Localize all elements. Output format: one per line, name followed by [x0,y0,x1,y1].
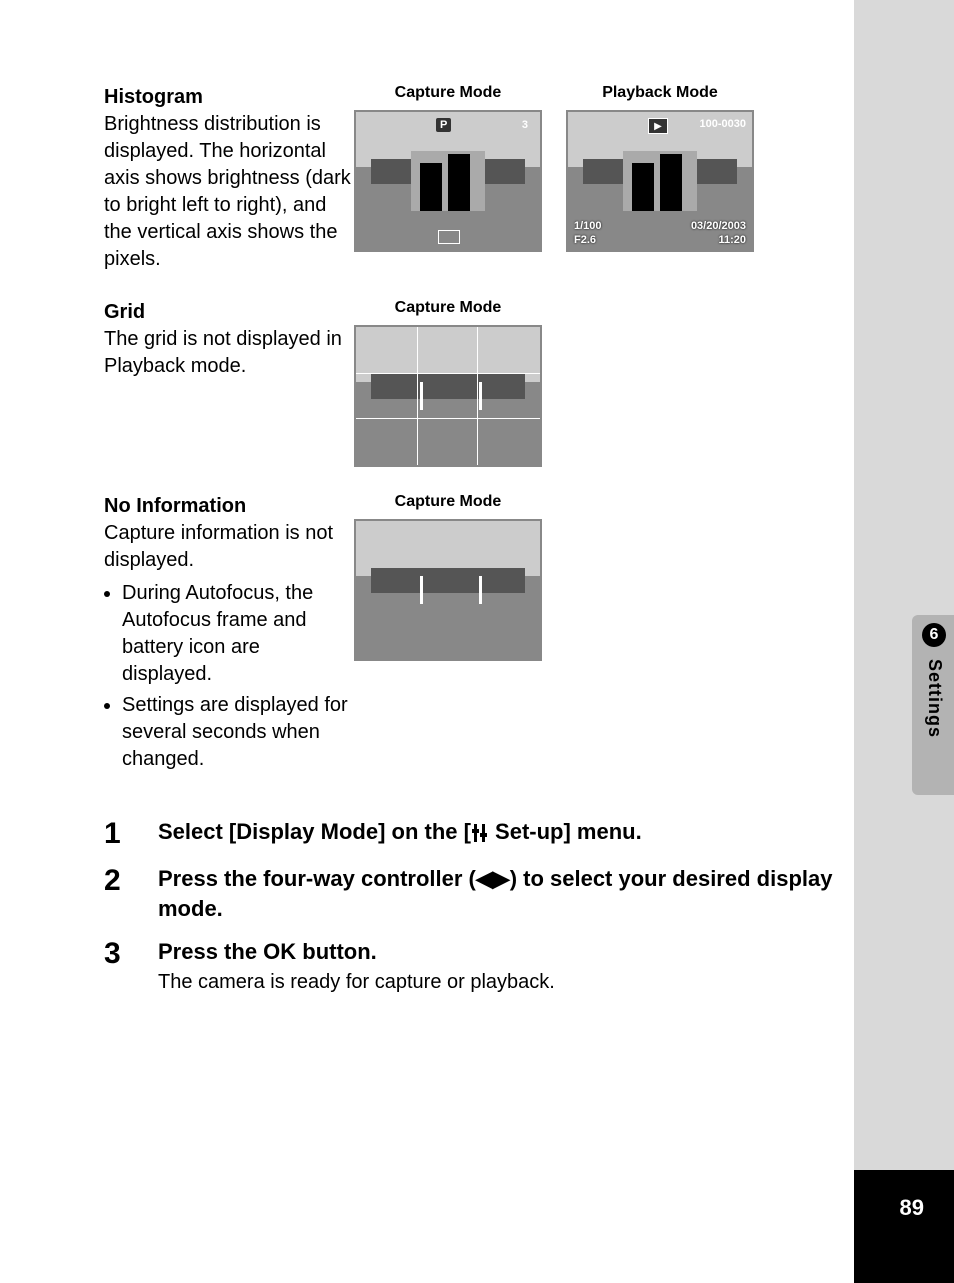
noinfo-bullet: During Autofocus, the Autofocus frame an… [122,580,354,688]
step-3-description: The camera is ready for capture or playb… [158,971,844,994]
histogram-body: Brightness distribution is displayed. Th… [104,111,354,273]
mode-badge-icon: P [436,118,451,132]
setup-menu-icon [471,823,489,843]
grid-capture-screen [354,325,542,467]
step-number: 1 [104,817,158,850]
step-2-title: Press the four-way controller (◀▶) to se… [158,864,844,923]
step-1-title: Select [Display Mode] on the [ Set-up] m… [158,817,844,847]
grid-line-icon [477,327,478,465]
shots-remaining: 3 [518,118,532,132]
battery-icon [438,230,460,244]
capture-date: 03/20/2003 [691,220,746,232]
grid-line-icon [417,327,418,465]
page-number: 89 [900,1195,924,1221]
section-no-information: No Information Capture information is no… [104,493,844,777]
section-histogram: Histogram Brightness distribution is dis… [104,84,844,273]
autofocus-frame-icon [420,576,481,604]
playback-mode-icon: ▶ [648,118,668,134]
page-footer-block [854,1170,954,1283]
grid-line-icon [356,373,540,374]
histogram-capture-screen: P 3 [354,110,542,252]
grid-line-icon [356,418,540,419]
histogram-overlay-icon [411,151,485,212]
noinfo-body: Capture information is not displayed. [104,520,354,574]
histogram-capture-label: Capture Mode [395,84,502,102]
noinfo-capture-screen [354,519,542,661]
grid-body: The grid is not displayed in Playback mo… [104,326,354,380]
chapter-tab: 6 Settings [912,615,954,795]
noinfo-heading: No Information [104,493,354,520]
histogram-overlay-icon [623,151,697,212]
chapter-label: Settings [924,659,945,738]
step-1: 1 Select [Display Mode] on the [ Set-up]… [104,817,844,850]
histogram-heading: Histogram [104,84,354,111]
step-number: 2 [104,864,158,923]
procedure-steps: 1 Select [Display Mode] on the [ Set-up]… [104,817,844,994]
histogram-playback-screen: ▶ 100-0030 1/100 F2.6 03/20/2003 11:20 [566,110,754,252]
folder-file-number: 100-0030 [700,118,747,130]
autofocus-frame-icon [420,382,481,410]
chapter-number-badge: 6 [922,623,946,647]
step-number: 3 [104,937,158,994]
noinfo-capture-label: Capture Mode [395,493,502,511]
aperture-value: F2.6 [574,234,596,246]
shutter-speed: 1/100 [574,220,602,232]
step-2: 2 Press the four-way controller (◀▶) to … [104,864,844,923]
step-3-title: Press the OK button. [158,937,844,967]
step-3: 3 Press the OK button. The camera is rea… [104,937,844,994]
grid-capture-label: Capture Mode [395,299,502,317]
capture-time: 11:20 [718,234,746,246]
histogram-playback-label: Playback Mode [602,84,718,102]
grid-heading: Grid [104,299,354,326]
noinfo-bullet: Settings are displayed for several secon… [122,692,354,773]
section-grid: Grid The grid is not displayed in Playba… [104,299,844,467]
